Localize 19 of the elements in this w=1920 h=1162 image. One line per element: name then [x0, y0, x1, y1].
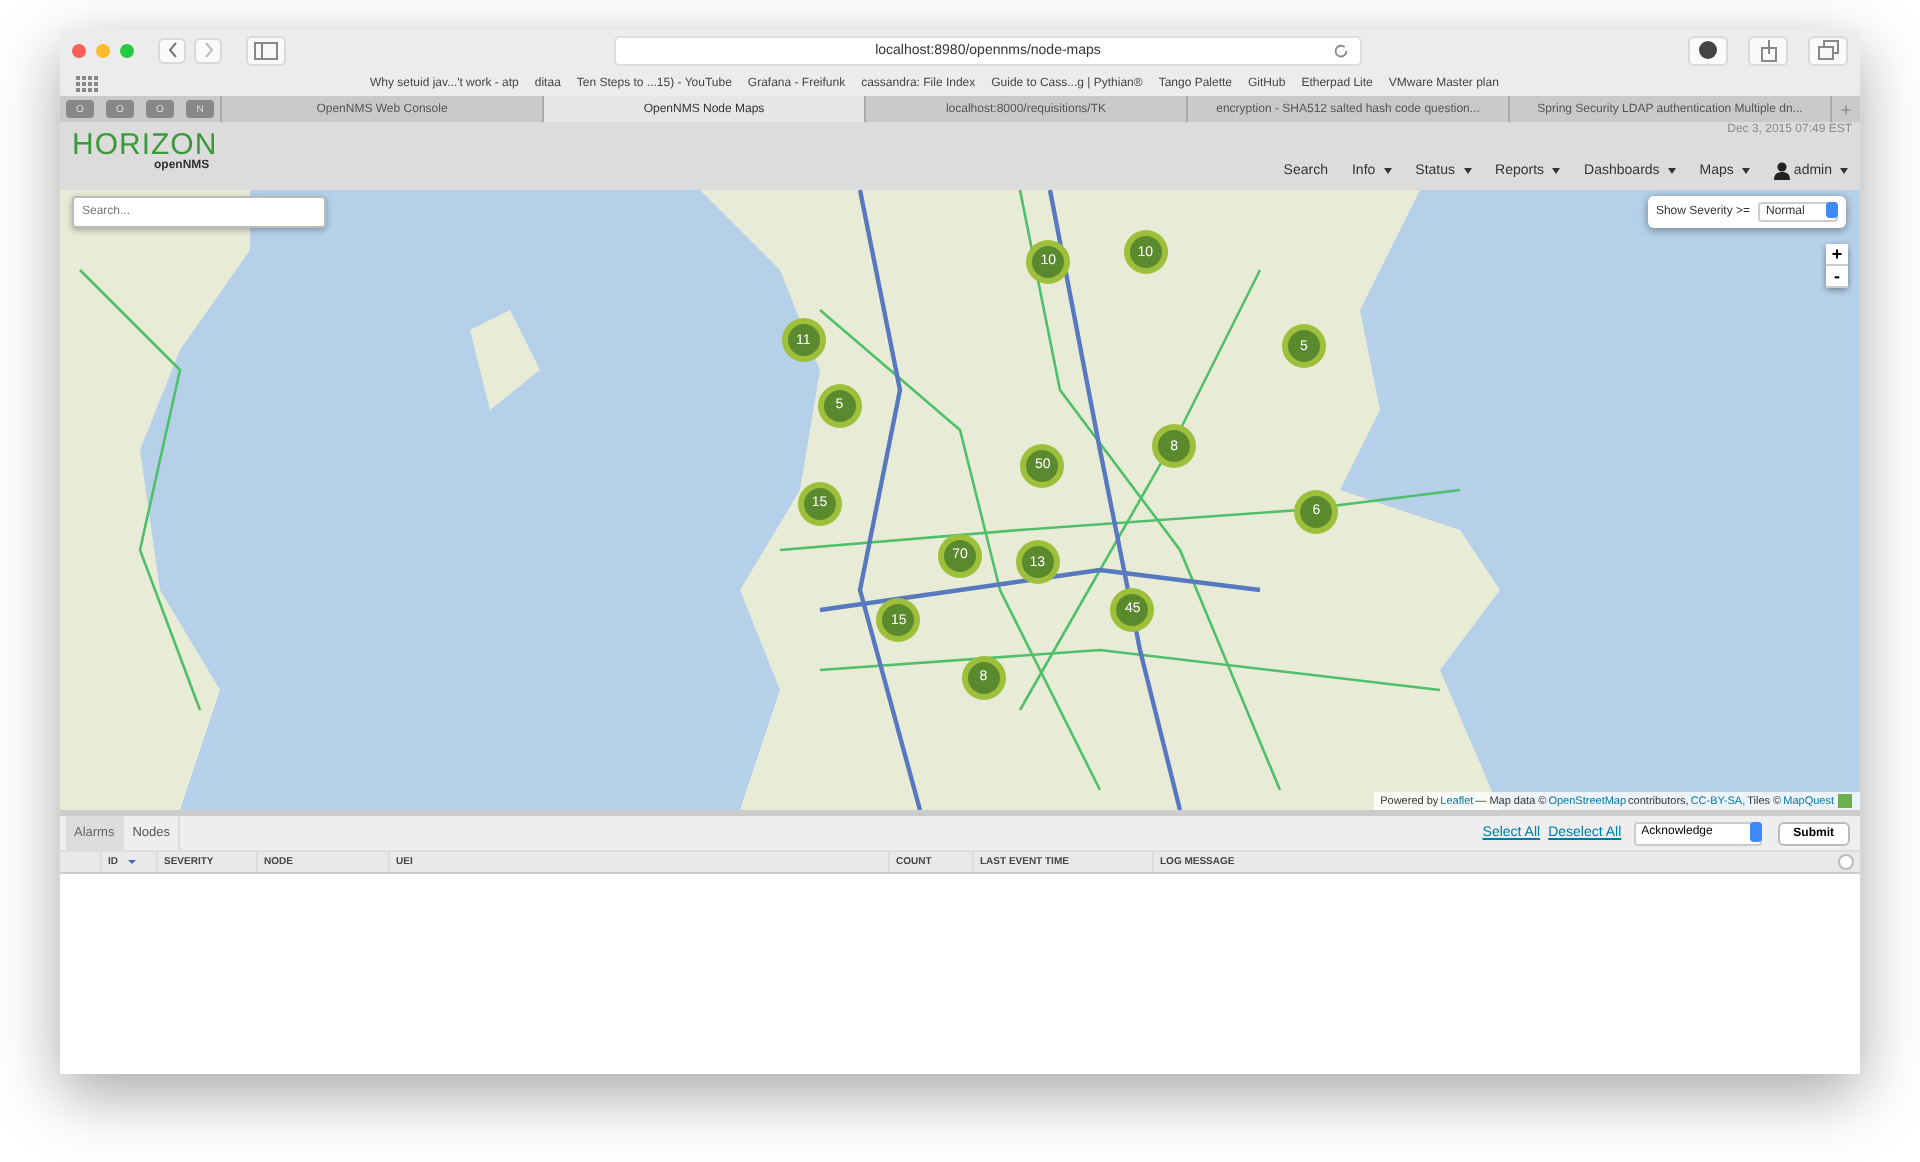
download-icon[interactable]: [1688, 35, 1728, 65]
reload-icon[interactable]: [1332, 41, 1350, 59]
user-icon: [1773, 162, 1790, 180]
tabs-overview-icon[interactable]: [1808, 35, 1848, 65]
close-dot[interactable]: [72, 43, 86, 57]
zoom-dot[interactable]: [120, 43, 134, 57]
grid-icon[interactable]: [76, 75, 98, 91]
island: [470, 310, 540, 410]
sidebar-icon[interactable]: [246, 35, 286, 65]
share-icon[interactable]: [1748, 35, 1788, 65]
zoom-out-button[interactable]: -: [1826, 266, 1848, 288]
column-menu-icon[interactable]: [1838, 854, 1854, 870]
chevron-right-icon: [203, 42, 213, 58]
chevron-left-icon: [167, 42, 177, 58]
zoom-in-button[interactable]: +: [1826, 244, 1848, 266]
leaflet-icon: [1838, 794, 1852, 808]
minimize-dot[interactable]: [96, 43, 110, 57]
back-button[interactable]: [158, 37, 186, 63]
forward-button[interactable]: [194, 37, 222, 63]
